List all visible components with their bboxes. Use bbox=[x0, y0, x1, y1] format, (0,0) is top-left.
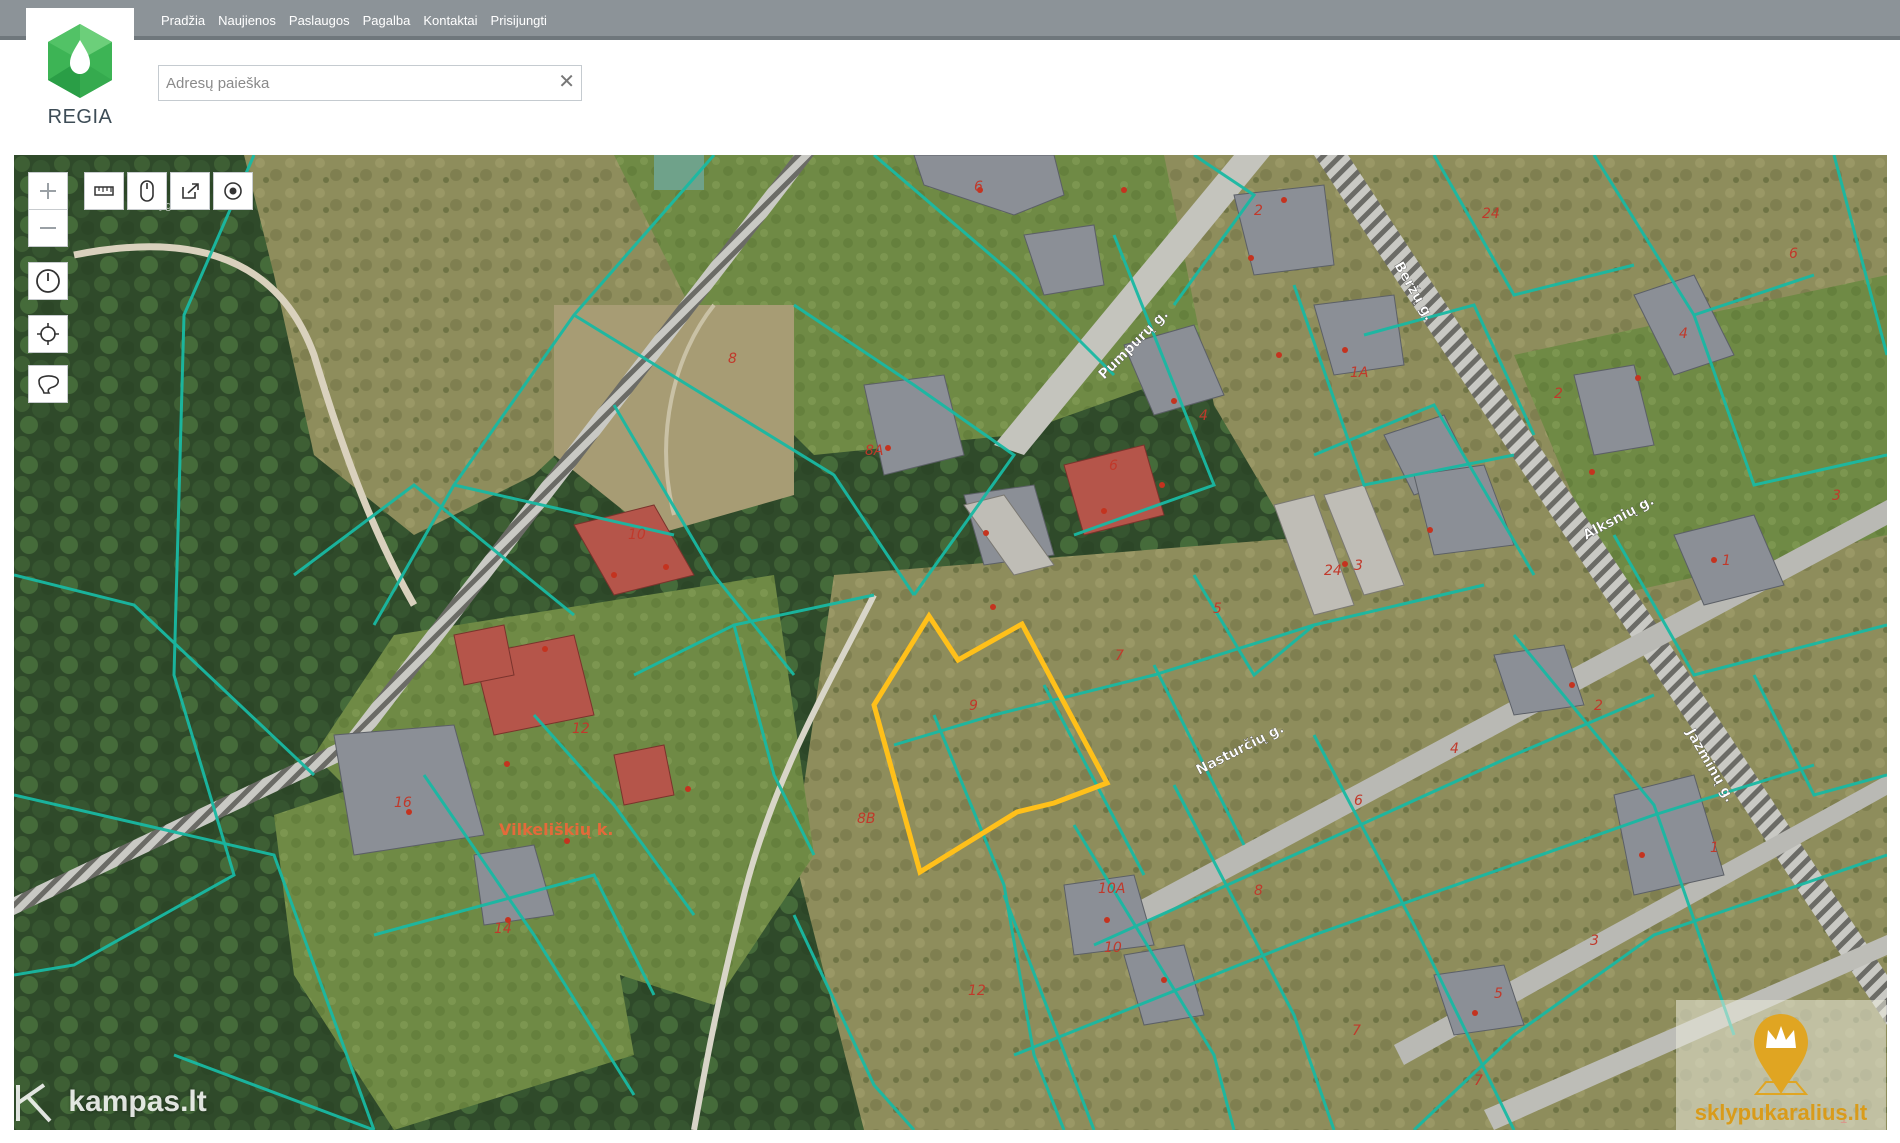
parcel-label: 8A bbox=[865, 443, 883, 459]
top-bar-stripe bbox=[0, 36, 1900, 40]
address-search-input[interactable] bbox=[159, 66, 546, 100]
main-nav: Pradžia Naujienos Paslaugos Pagalba Kont… bbox=[161, 13, 547, 28]
crosshair-icon bbox=[37, 323, 59, 345]
parcel-label: 8B bbox=[857, 811, 876, 827]
logo[interactable]: REGIA bbox=[26, 8, 134, 134]
plus-icon bbox=[40, 183, 56, 199]
parcel-label: 24 bbox=[1324, 563, 1342, 579]
zoom-in-button[interactable] bbox=[28, 172, 68, 210]
mouse-icon bbox=[140, 180, 154, 202]
parcel-label: 8 bbox=[728, 351, 737, 367]
target-icon bbox=[224, 182, 242, 200]
kampas-logo-icon bbox=[16, 1083, 52, 1123]
crown-pin-icon bbox=[1753, 1014, 1809, 1095]
aerial-map[interactable]: 6 2 24 6 4 1A 8 8A 4 6 2 10 9 7 5 3 3 24… bbox=[14, 155, 1887, 1130]
parcel-label: 2 bbox=[1594, 698, 1603, 714]
parcel-label: 10A bbox=[1098, 881, 1125, 897]
address-search: ✕ bbox=[158, 65, 582, 101]
zoom-out-button[interactable] bbox=[28, 209, 68, 247]
nav-item-pradzia[interactable]: Pradžia bbox=[161, 13, 205, 28]
parcel-label: 10 bbox=[628, 527, 646, 543]
sklypukaralius-watermark: sklypukaralius.lt bbox=[1676, 1000, 1886, 1130]
parcel-label: 7 bbox=[1474, 1073, 1483, 1089]
parcel-label: 14 bbox=[494, 921, 512, 937]
parcel-label: 3 bbox=[1832, 488, 1841, 504]
draw-area-button[interactable] bbox=[28, 365, 68, 403]
parcel-label: 5 bbox=[1494, 986, 1503, 1002]
nav-item-paslaugos[interactable]: Paslaugos bbox=[289, 13, 350, 28]
nav-item-naujienos[interactable]: Naujienos bbox=[218, 13, 276, 28]
kampas-watermark: kampas.lt bbox=[14, 1083, 207, 1123]
nav-item-pagalba[interactable]: Pagalba bbox=[363, 13, 411, 28]
parcel-label: 7 bbox=[1115, 648, 1124, 664]
locate-point-button[interactable] bbox=[213, 172, 253, 210]
logo-text: REGIA bbox=[47, 106, 113, 128]
my-location-button[interactable] bbox=[28, 315, 68, 353]
parcel-label: 1A bbox=[1350, 365, 1368, 381]
map-view[interactable]: 6 2 24 6 4 1A 8 8A 4 6 2 10 9 7 5 3 3 24… bbox=[14, 155, 1887, 1130]
parcel-label: 24 bbox=[1482, 206, 1500, 222]
lasso-icon bbox=[38, 375, 59, 394]
parcel-label: 3 bbox=[1354, 558, 1363, 574]
minus-icon bbox=[40, 227, 56, 229]
measure-button[interactable] bbox=[84, 172, 124, 210]
parcel-label: 2 bbox=[1554, 386, 1563, 402]
parcel-label: 6 bbox=[1789, 246, 1798, 262]
parcel-label: 7 bbox=[1352, 1023, 1361, 1039]
parcel-label: 4 bbox=[1450, 741, 1459, 757]
parcel-label: 3 bbox=[1590, 933, 1599, 949]
nav-item-kontaktai[interactable]: Kontaktai bbox=[423, 13, 477, 28]
kampas-watermark-text: kampas.lt bbox=[68, 1084, 207, 1118]
share-icon bbox=[182, 183, 199, 199]
parcel-label: 1 bbox=[1722, 553, 1731, 569]
parcel-label: 12 bbox=[572, 721, 590, 737]
mouse-mode-button[interactable] bbox=[127, 172, 167, 210]
parcel-label: 10 bbox=[1104, 940, 1122, 956]
parcel-label: 16 bbox=[394, 795, 412, 811]
share-button[interactable] bbox=[170, 172, 210, 210]
nav-item-prisijungti[interactable]: Prisijungti bbox=[491, 13, 547, 28]
parcel-label: 4 bbox=[1199, 408, 1208, 424]
parcel-label: 1 bbox=[1710, 840, 1719, 856]
clear-search-icon[interactable]: ✕ bbox=[558, 72, 575, 92]
parcel-label: 12 bbox=[968, 983, 986, 999]
parcel-label: 8 bbox=[1254, 883, 1263, 899]
parcel-label: 6 bbox=[1354, 793, 1363, 809]
village-label: Vilkeliškių k. bbox=[499, 820, 613, 839]
clock-icon bbox=[36, 269, 60, 293]
parcel-label: 2 bbox=[1254, 203, 1263, 219]
sklypukaralius-watermark-text: sklypukaralius.lt bbox=[1694, 1100, 1868, 1125]
parcel-label: 9 bbox=[969, 698, 978, 714]
parcel-label: 6 bbox=[974, 179, 983, 195]
parcel-label: 5 bbox=[1213, 601, 1222, 617]
history-button[interactable] bbox=[28, 262, 68, 300]
parcel-label: 6 bbox=[1109, 458, 1118, 474]
regia-logo-icon bbox=[48, 24, 112, 98]
parcel-label: 4 bbox=[1679, 326, 1688, 342]
ruler-icon bbox=[94, 186, 114, 196]
